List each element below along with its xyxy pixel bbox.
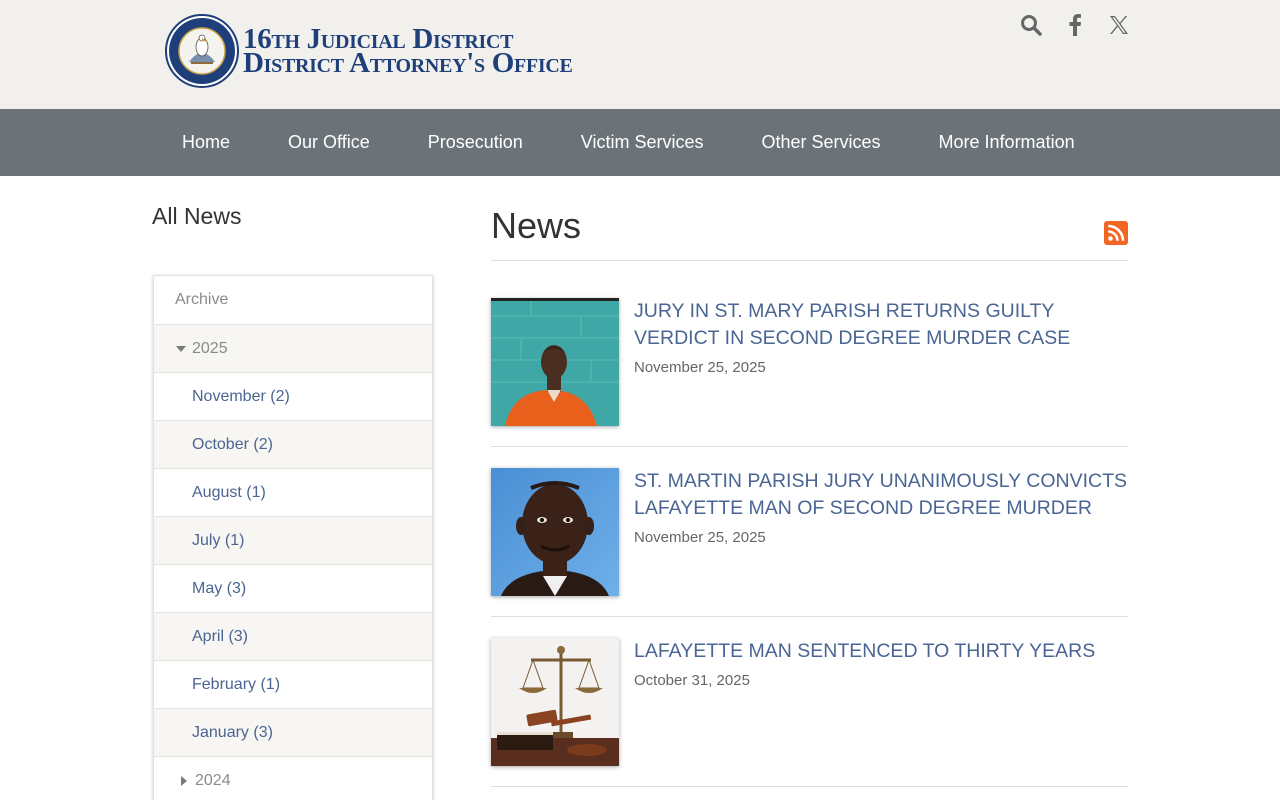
sidebar-title: All News [152,203,242,229]
news-date: November 25, 2025 [634,529,766,546]
title-divider [491,260,1128,261]
archive-year-label: 2024 [195,771,231,789]
logo-line-2: District Attorney's Office [243,47,573,79]
archive-month-january[interactable]: January (3) [154,708,432,756]
archive-year-2024[interactable]: 2024 [154,756,432,800]
archive-month-october[interactable]: October (2) [154,420,432,468]
site-logo[interactable]: 16th Judicial District District Attorney… [165,14,573,88]
news-thumbnail[interactable] [491,468,619,596]
news-thumbnail[interactable] [491,298,619,426]
rss-icon[interactable] [1104,221,1128,245]
archive-month-july[interactable]: July (1) [154,516,432,564]
header-icons [1020,12,1130,38]
search-icon[interactable] [1020,12,1042,38]
site-header: 16th Judicial District District Attorney… [0,0,1280,109]
news-headline[interactable]: JURY IN ST. MARY PARISH RETURNS GUILTY V… [634,298,1128,352]
caret-right-icon [181,775,187,786]
nav-item-home[interactable]: Home [153,109,259,176]
archive-year-label: 2025 [192,339,228,357]
archive-month-may[interactable]: May (3) [154,564,432,612]
nav-item-prosecution[interactable]: Prosecution [399,109,552,176]
main-nav: Home Our Office Prosecution Victim Servi… [0,109,1280,176]
article-divider [491,616,1128,617]
facebook-icon[interactable] [1064,12,1086,38]
article-divider [491,446,1128,447]
news-date: November 25, 2025 [634,359,766,376]
nav-item-more-information[interactable]: More Information [910,109,1104,176]
archive-month-february[interactable]: February (1) [154,660,432,708]
news-thumbnail[interactable] [491,638,619,766]
news-headline[interactable]: ST. MARTIN PARISH JURY UNANIMOUSLY CONVI… [634,468,1128,522]
news-date: October 31, 2025 [634,672,750,689]
archive-year-2025[interactable]: 2025 [154,324,432,372]
archive-month-april[interactable]: April (3) [154,612,432,660]
archive-month-august[interactable]: August (1) [154,468,432,516]
archive-month-november[interactable]: November (2) [154,372,432,420]
news-headline[interactable]: LAFAYETTE MAN SENTENCED TO THIRTY YEARS [634,638,1128,665]
page-title: News [491,205,582,246]
x-icon[interactable] [1108,12,1130,38]
article-divider [491,786,1128,787]
archive-header: Archive [175,291,229,308]
archive-panel: Archive 2025 November (2) October (2) Au… [153,275,433,800]
nav-item-our-office[interactable]: Our Office [259,109,399,176]
louisiana-seal-logo [165,14,239,88]
nav-item-victim-services[interactable]: Victim Services [552,109,733,176]
caret-down-icon [176,345,186,352]
nav-item-other-services[interactable]: Other Services [732,109,909,176]
